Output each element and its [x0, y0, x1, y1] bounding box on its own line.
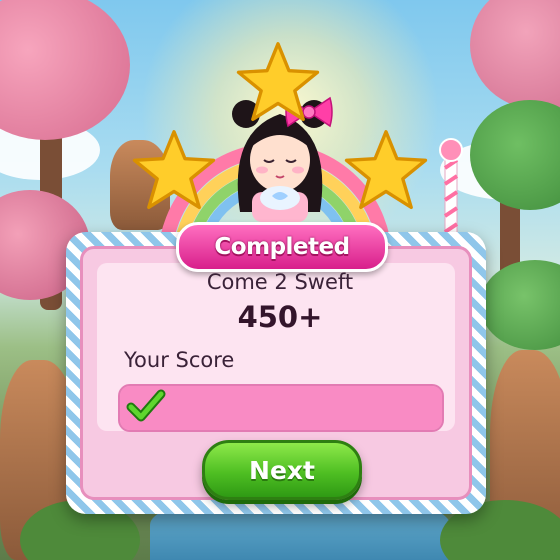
- level-name: Come 2 Sweft: [206, 270, 354, 294]
- score-label: Your Score: [124, 348, 235, 372]
- score-value: 450+: [237, 300, 323, 334]
- banner-label: Completed: [214, 234, 350, 260]
- next-button-label: Next: [249, 455, 315, 485]
- tree-canopy: [470, 0, 560, 110]
- tree-canopy: [480, 260, 560, 350]
- completed-banner: Completed: [176, 222, 388, 272]
- star-icon: [236, 42, 320, 122]
- score-progress-fill: [120, 386, 442, 430]
- tree-canopy: [0, 0, 130, 140]
- score-progress-bar: [118, 384, 444, 432]
- next-button[interactable]: Next: [202, 440, 362, 500]
- star-icon: [132, 130, 216, 210]
- star-icon: [344, 130, 428, 210]
- check-icon: [126, 389, 166, 422]
